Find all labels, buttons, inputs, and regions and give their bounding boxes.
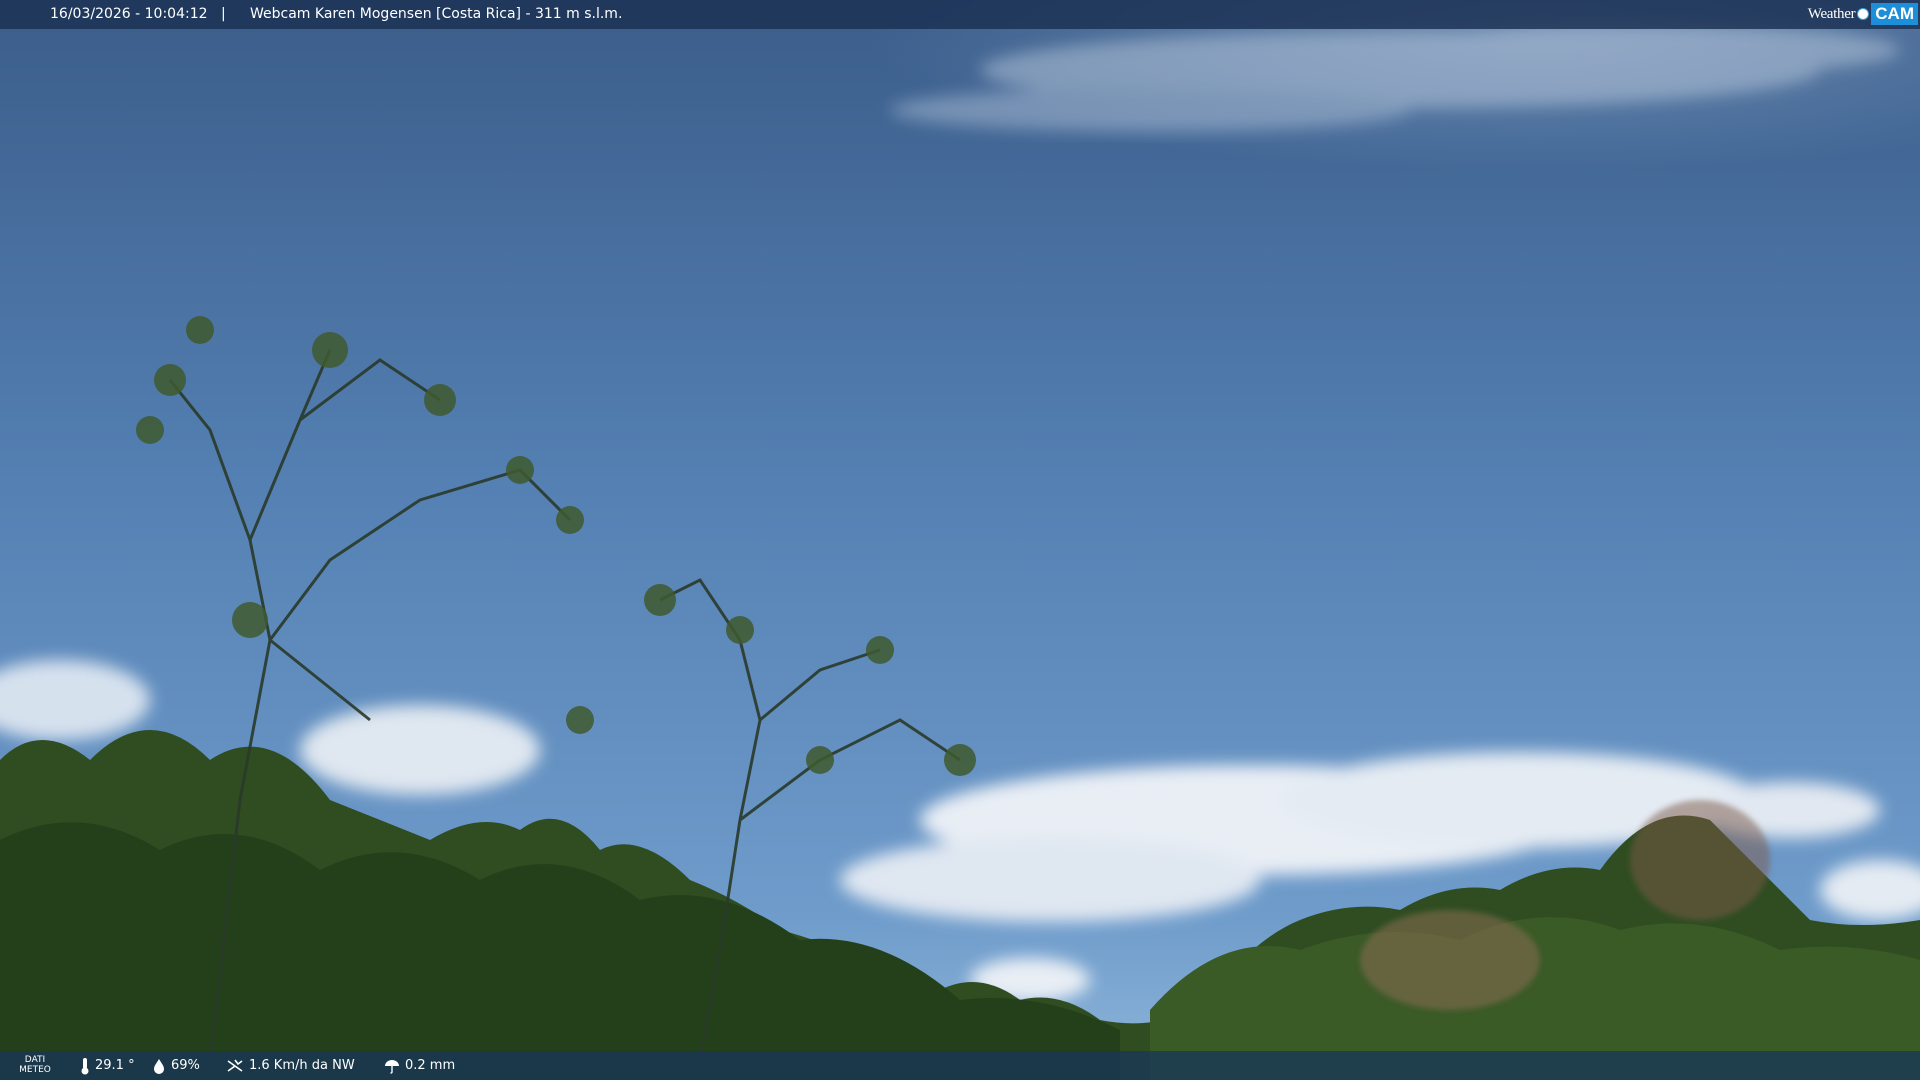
- webcam-frame: 16/03/2026 - 10:04:12 | Webcam Karen Mog…: [0, 0, 1920, 1080]
- top-info-bar: 16/03/2026 - 10:04:12 | Webcam Karen Mog…: [0, 0, 1920, 29]
- humidity-value: 69%: [171, 1058, 200, 1073]
- webcam-title: Webcam Karen Mogensen [Costa Rica] - 311…: [250, 6, 623, 22]
- rain-value: 0.2 mm: [405, 1058, 456, 1073]
- webcam-image: [0, 0, 1920, 1080]
- wind-value: 1.6 Km/h da NW: [249, 1058, 355, 1073]
- logo-cam-text: CAM: [1871, 3, 1918, 25]
- separator: |: [221, 6, 226, 22]
- rain-icon: [385, 1059, 399, 1074]
- wind-reading: 1.6 Km/h da NW: [226, 1051, 355, 1080]
- temperature-reading: 29.1 °: [80, 1051, 135, 1080]
- weathercam-logo: Weather CAM: [1808, 3, 1918, 25]
- thermometer-icon: [81, 1057, 89, 1074]
- temperature-value: 29.1 °: [95, 1058, 135, 1073]
- label-line-1: DATI: [24, 1055, 46, 1065]
- logo-weather-text: Weather: [1807, 5, 1856, 22]
- timestamp: 16/03/2026 - 10:04:12: [50, 6, 208, 22]
- humidity-reading: 69%: [152, 1051, 200, 1080]
- droplet-icon: [154, 1058, 164, 1074]
- wind-icon: [227, 1059, 243, 1072]
- logo-dot-icon: [1857, 8, 1870, 20]
- label-line-2: METEO: [19, 1065, 51, 1075]
- weather-data-label: DATI METEO: [18, 1055, 52, 1075]
- rain-reading: 0.2 mm: [384, 1051, 455, 1080]
- weather-data-bar: DATI METEO 29.1 ° 69% 1.6 Km/h da NW 0.2…: [0, 1051, 1920, 1080]
